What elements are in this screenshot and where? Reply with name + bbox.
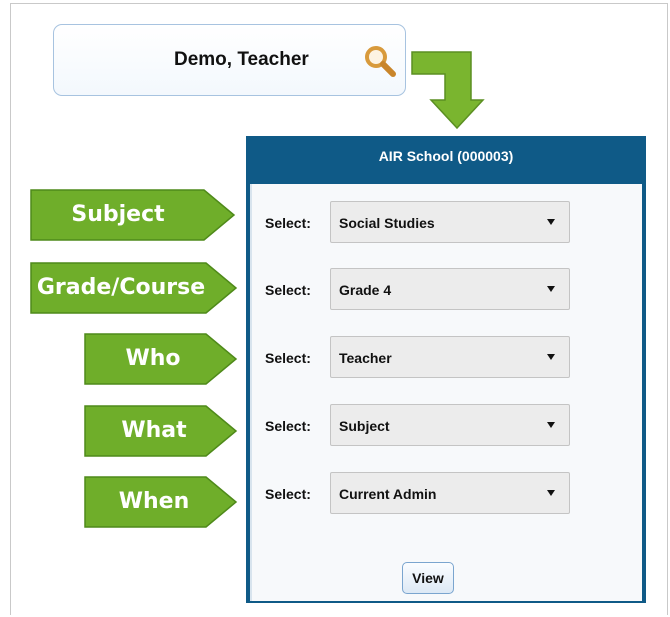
tag-who-label: Who [125,346,181,371]
tag-when: When [84,476,238,528]
select-label: Select: [265,215,311,231]
grade-row: Select: Grade 4 [252,268,642,312]
subject-row: Select: Social Studies [252,201,642,245]
chevron-down-icon [547,219,555,225]
chevron-down-icon [547,354,555,360]
user-search-box[interactable]: Demo, Teacher [53,24,406,96]
select-label: Select: [265,486,311,502]
tag-what-label: What [121,418,187,443]
what-select-value: Subject [339,418,390,434]
panel-title: AIR School (000003) [378,148,514,164]
view-button[interactable]: View [402,562,454,594]
chevron-down-icon [547,422,555,428]
tag-who: Who [84,333,238,385]
when-row: Select: Current Admin [252,472,642,516]
report-panel: AIR School (000003) Select: Social Studi… [246,136,646,603]
what-row: Select: Subject [252,404,642,448]
who-select-value: Teacher [339,350,392,366]
tag-subject-label: Subject [71,202,165,227]
subject-select[interactable]: Social Studies [330,201,570,243]
who-row: Select: Teacher [252,336,642,380]
tag-grade-course-label: Grade/Course [36,275,206,300]
tag-grade-course: Grade/Course [30,262,238,314]
elbow-arrow [411,51,485,130]
select-label: Select: [265,350,311,366]
when-select[interactable]: Current Admin [330,472,570,514]
search-icon[interactable] [363,44,397,78]
when-select-value: Current Admin [339,486,437,502]
chevron-down-icon [547,490,555,496]
subject-select-value: Social Studies [339,215,435,231]
tag-what: What [84,405,238,457]
what-select[interactable]: Subject [330,404,570,446]
chevron-down-icon [547,286,555,292]
grade-select[interactable]: Grade 4 [330,268,570,310]
tag-when-label: When [118,489,190,514]
user-name: Demo, Teacher [174,49,309,70]
grade-select-value: Grade 4 [339,282,392,298]
select-label: Select: [265,418,311,434]
who-select[interactable]: Teacher [330,336,570,378]
select-label: Select: [265,282,311,298]
panel-body: Select: Social Studies Select: Grade 4 S… [250,184,642,601]
tag-subject: Subject [30,189,236,241]
